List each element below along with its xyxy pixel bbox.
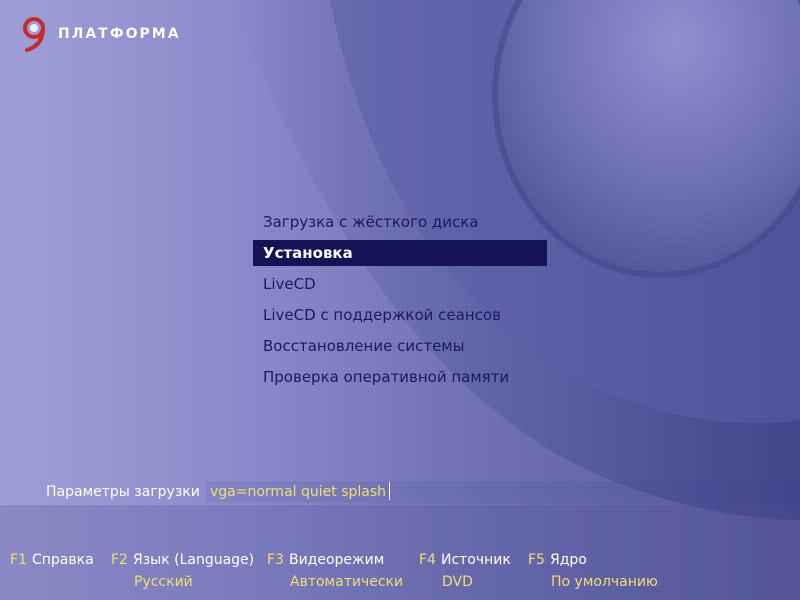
logo: ПЛАТФОРМА bbox=[22, 16, 181, 52]
fkey-language-value: Русский bbox=[134, 574, 193, 590]
fkey-help[interactable]: F1 Справка bbox=[10, 552, 94, 568]
fkey-help-key: F1 bbox=[10, 552, 27, 568]
fkey-source-key: F4 bbox=[419, 552, 436, 568]
menu-item-system-recovery[interactable]: Восстановление системы bbox=[253, 333, 547, 359]
fkey-language-key: F2 bbox=[111, 552, 128, 568]
fkey-language-label: Язык (Language) bbox=[132, 552, 255, 568]
fkey-kernel-value: По умолчанию bbox=[551, 574, 658, 590]
menu-item-hdd-boot[interactable]: Загрузка с жёсткого диска bbox=[253, 209, 547, 235]
platform-9-logo-icon bbox=[23, 17, 45, 52]
boot-params-label: Параметры загрузки bbox=[46, 484, 200, 500]
fkey-kernel[interactable]: F5 Ядро bbox=[528, 552, 587, 568]
menu-item-install[interactable]: Установка bbox=[253, 240, 547, 266]
text-cursor bbox=[389, 482, 390, 500]
fkey-kernel-label: Ядро bbox=[549, 552, 587, 568]
boot-menu: Загрузка с жёсткого диска Установка Live… bbox=[253, 209, 547, 395]
fkey-source-label: Источник bbox=[440, 552, 511, 568]
fkey-source[interactable]: F4 Источник bbox=[419, 552, 511, 568]
menu-item-livecd-sessions[interactable]: LiveCD с поддержкой сеансов bbox=[253, 302, 547, 328]
fkey-source-value: DVD bbox=[442, 574, 473, 590]
fkey-video-mode-value: Автоматически bbox=[290, 574, 404, 590]
function-key-bar: F1 Справка F2 Язык (Language) Русский F3 Ви… bbox=[0, 552, 800, 600]
logo-text: ПЛАТФОРМА bbox=[58, 26, 181, 42]
fkey-video-mode[interactable]: F3 Видеорежим bbox=[267, 552, 384, 568]
fkey-video-mode-key: F3 bbox=[267, 552, 284, 568]
boot-params: Параметры загрузки bbox=[46, 481, 798, 503]
fkey-video-mode-label: Видеорежим bbox=[288, 552, 385, 568]
menu-item-livecd[interactable]: LiveCD bbox=[253, 271, 547, 297]
fkey-help-label: Справка bbox=[31, 552, 94, 568]
menu-item-memory-test[interactable]: Проверка оперативной памяти bbox=[253, 364, 547, 390]
fkey-kernel-key: F5 bbox=[528, 552, 545, 568]
fkey-language[interactable]: F2 Язык (Language) bbox=[111, 552, 254, 568]
boot-params-input[interactable] bbox=[206, 481, 798, 503]
